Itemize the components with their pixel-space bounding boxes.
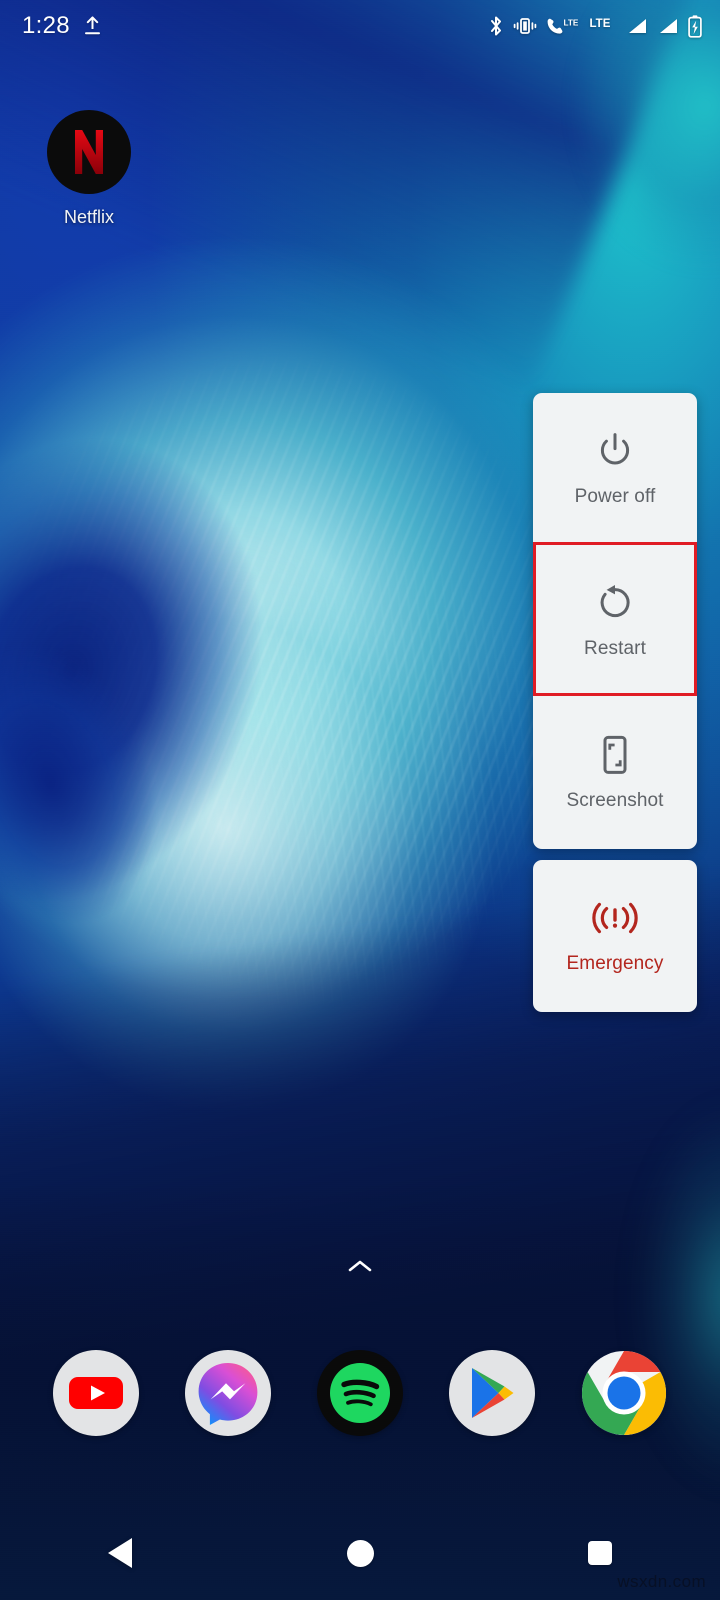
app-drawer-handle[interactable] <box>0 1258 720 1279</box>
vibrate-icon <box>513 16 537 36</box>
nav-home-button[interactable] <box>240 1539 480 1567</box>
home-app-netflix[interactable]: Netflix <box>46 110 132 228</box>
status-bar: 1:28 LTE LTE <box>0 0 720 52</box>
upload-icon <box>84 16 101 36</box>
navigation-bar <box>0 1506 720 1600</box>
chrome-icon[interactable] <box>581 1350 667 1436</box>
power-menu-item-screenshot[interactable]: Screenshot <box>533 697 697 849</box>
power-icon <box>597 430 633 472</box>
home-circle-icon <box>346 1539 374 1567</box>
nav-recents-button[interactable] <box>480 1541 720 1565</box>
power-menu-card-main: Power off Restart Screenshot <box>533 393 697 849</box>
svg-text:LTE: LTE <box>590 18 611 30</box>
recents-square-icon <box>588 1541 612 1565</box>
status-bar-clock: 1:28 <box>22 12 70 39</box>
netflix-icon[interactable] <box>47 110 131 194</box>
app-label-netflix: Netflix <box>63 207 114 227</box>
power-menu-card-emergency: Emergency <box>533 860 697 1012</box>
dock <box>0 1348 720 1438</box>
back-triangle-icon <box>108 1538 132 1568</box>
power-menu-item-restart[interactable]: Restart <box>533 545 697 697</box>
power-menu-item-power-off[interactable]: Power off <box>533 393 697 545</box>
power-menu-label-power-off: Power off <box>574 486 656 507</box>
watermark: wsxdn.com <box>617 1572 706 1591</box>
power-menu-label-screenshot: Screenshot <box>566 790 664 811</box>
messenger-icon[interactable] <box>185 1350 271 1436</box>
signal-sim2-icon <box>657 16 679 36</box>
restart-icon <box>597 582 633 624</box>
battery-charging-icon <box>688 14 702 38</box>
power-menu-label-emergency: Emergency <box>566 953 664 974</box>
power-menu-label-restart: Restart <box>584 638 646 659</box>
volte-icon: LTE <box>546 16 580 36</box>
screenshot-icon <box>598 734 632 776</box>
chevron-up-icon <box>347 1258 373 1279</box>
power-menu-item-emergency[interactable]: Emergency <box>533 860 697 1012</box>
bluetooth-icon <box>488 15 504 37</box>
youtube-icon[interactable] <box>53 1350 139 1436</box>
signal-sim1-icon <box>626 16 648 36</box>
play-store-icon[interactable] <box>449 1350 535 1436</box>
spotify-icon[interactable] <box>317 1350 403 1436</box>
nav-back-button[interactable] <box>0 1538 240 1568</box>
emergency-broadcast-icon <box>586 897 644 939</box>
power-menu: Power off Restart Screenshot Emergency <box>533 393 697 1012</box>
lte-icon: LTE <box>589 16 617 36</box>
phone-screen: 1:28 LTE LTE Netflix Power off Restart S… <box>0 0 720 1600</box>
svg-text:LTE: LTE <box>564 18 579 27</box>
